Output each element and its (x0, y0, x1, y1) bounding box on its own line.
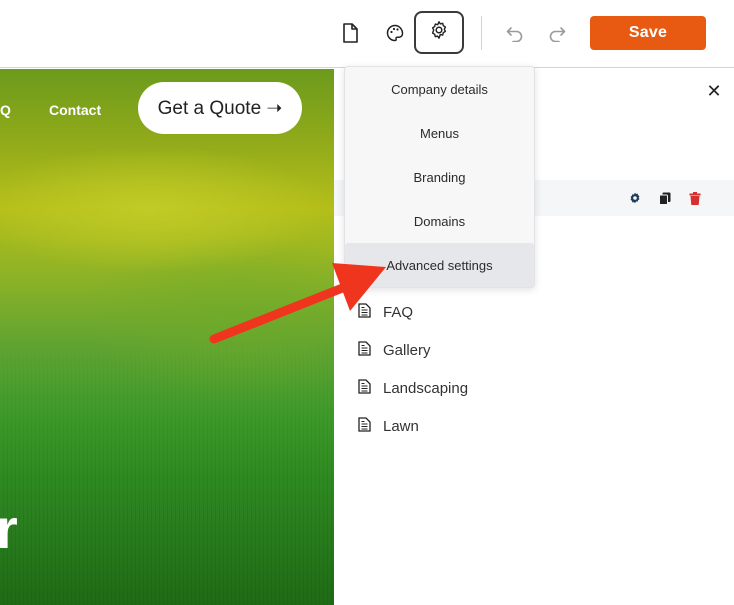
gear-icon (429, 20, 449, 45)
page-list-item-lawn[interactable]: Lawn (358, 413, 558, 439)
document-icon (358, 378, 371, 398)
menu-item-domains[interactable]: Domains (345, 199, 534, 243)
get-a-quote-button[interactable]: Get a Quote ➝ (138, 82, 302, 134)
gear-icon[interactable] (628, 191, 642, 205)
menu-item-menus[interactable]: Menus (345, 111, 534, 155)
redo-icon[interactable] (538, 14, 576, 52)
page-icon[interactable] (331, 14, 369, 52)
trash-icon[interactable] (688, 191, 702, 205)
page-list-item-landscaping[interactable]: Landscaping (358, 375, 558, 401)
undo-icon[interactable] (496, 14, 534, 52)
annotation-arrow (209, 263, 386, 344)
nav-link-contact[interactable]: Contact (49, 102, 101, 118)
save-button[interactable]: Save (590, 16, 706, 50)
toolbar-divider (481, 16, 482, 50)
close-icon[interactable]: ✕ (704, 81, 724, 101)
menu-item-company-details[interactable]: Company details (345, 67, 534, 111)
nav-link-faq-partial[interactable]: Q (0, 102, 11, 118)
page-list-item-label: Gallery (383, 341, 431, 359)
menu-item-branding[interactable]: Branding (345, 155, 534, 199)
page-list-item-label: Lawn (383, 417, 419, 435)
page-list-item-label: Landscaping (383, 379, 469, 397)
palette-icon[interactable] (376, 14, 414, 52)
hero-heading-partial: r (0, 497, 18, 560)
settings-button[interactable] (414, 11, 464, 54)
top-toolbar: Save (0, 0, 734, 68)
copy-icon[interactable] (658, 191, 672, 205)
document-icon (358, 416, 371, 436)
